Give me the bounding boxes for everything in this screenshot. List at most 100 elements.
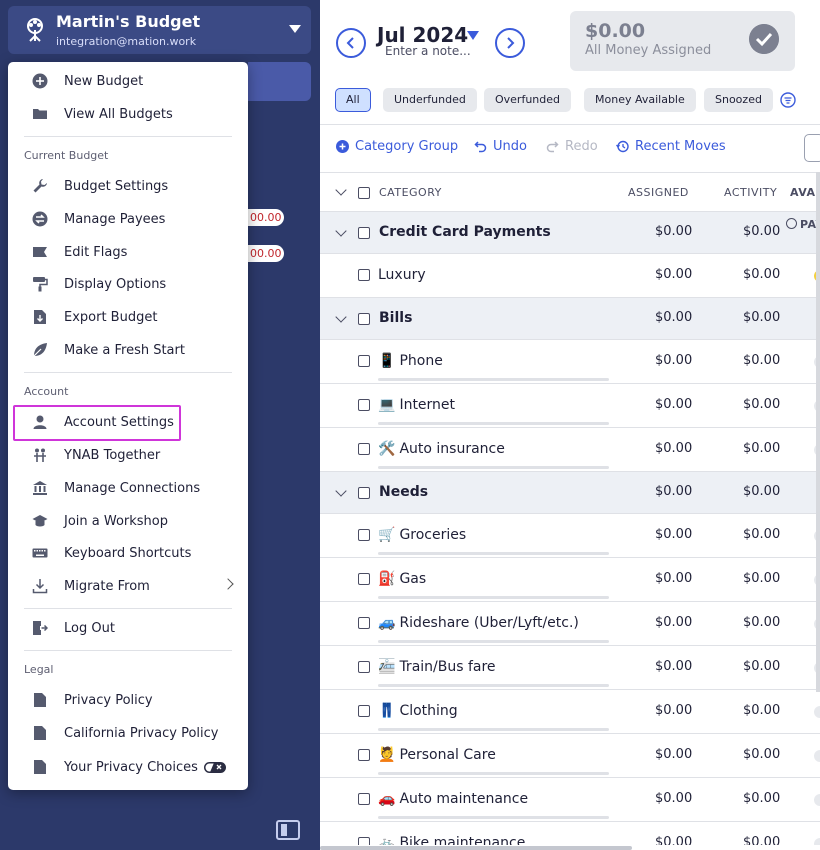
horizontal-scrollbar-thumb[interactable] [320, 846, 632, 850]
assigned-amount[interactable]: $0.00 [655, 791, 692, 806]
menu-item-log-out[interactable]: Log Out [16, 614, 240, 642]
category-name[interactable]: 💆 Personal Care [378, 747, 496, 763]
chevron-down-icon[interactable] [335, 225, 347, 237]
available-pill[interactable] [814, 794, 820, 806]
assigned-amount[interactable]: $0.00 [655, 571, 692, 586]
assigned-amount[interactable]: $0.00 [655, 615, 692, 630]
menu-item-keyboard-shortcuts[interactable]: Keyboard Shortcuts [16, 539, 240, 567]
assigned-amount[interactable]: $0.00 [655, 224, 692, 239]
vertical-scrollbar[interactable] [816, 172, 820, 692]
budget-switcher-button[interactable]: Martin's Budget integration@mation.work [8, 6, 311, 54]
menu-item-manage-connections[interactable]: Manage Connections [16, 474, 240, 502]
activity-amount[interactable]: $0.00 [743, 441, 780, 456]
view-toggle-button[interactable] [804, 134, 820, 162]
category-row[interactable]: 🚈 Train/Bus fare $0.00 $0.00 [320, 646, 820, 690]
assigned-amount[interactable]: $0.00 [655, 747, 692, 762]
category-name[interactable]: 👖 Clothing [378, 703, 458, 719]
next-month-button[interactable] [495, 28, 525, 58]
activity-amount[interactable]: $0.00 [743, 397, 780, 412]
select-all-checkbox[interactable] [358, 187, 370, 199]
activity-amount[interactable]: $0.00 [743, 703, 780, 718]
category-name[interactable]: 🚙 Rideshare (Uber/Lyft/etc.) [378, 615, 579, 631]
row-checkbox[interactable] [358, 313, 370, 325]
assigned-amount[interactable]: $0.00 [655, 441, 692, 456]
activity-amount[interactable]: $0.00 [743, 224, 780, 239]
filter-underfunded[interactable]: Underfunded [383, 88, 477, 112]
help-icon[interactable] [786, 218, 797, 229]
assigned-amount[interactable]: $0.00 [655, 484, 692, 499]
redo-button[interactable]: Redo [546, 139, 598, 154]
recent-moves-button[interactable]: Recent Moves [616, 139, 726, 154]
assigned-amount[interactable]: $0.00 [655, 397, 692, 412]
row-checkbox[interactable] [358, 529, 370, 541]
activity-amount[interactable]: $0.00 [743, 310, 780, 325]
row-checkbox[interactable] [358, 227, 370, 239]
category-row[interactable]: 🛒 Groceries $0.00 $0.00 [320, 514, 820, 558]
category-row[interactable]: 🚗 Auto maintenance $0.00 $0.00 [320, 778, 820, 822]
undo-button[interactable]: Undo [474, 139, 527, 154]
category-name[interactable]: 💻 Internet [378, 397, 455, 413]
month-note-input[interactable]: Enter a note... [385, 44, 471, 58]
category-name[interactable]: 🚗 Auto maintenance [378, 791, 528, 807]
category-row[interactable]: 👖 Clothing $0.00 $0.00 [320, 690, 820, 734]
assigned-amount[interactable]: $0.00 [655, 703, 692, 718]
row-checkbox[interactable] [358, 617, 370, 629]
menu-item-migrate-from[interactable]: Migrate From [16, 572, 240, 600]
ready-to-assign-card[interactable]: $0.00 All Money Assigned [570, 11, 795, 71]
collapse-sidebar-icon[interactable] [276, 820, 300, 840]
chevron-down-icon[interactable] [335, 184, 347, 196]
row-checkbox[interactable] [358, 705, 370, 717]
activity-amount[interactable]: $0.00 [743, 747, 780, 762]
category-row[interactable]: 🚙 Rideshare (Uber/Lyft/etc.) $0.00 $0.00 [320, 602, 820, 646]
row-checkbox[interactable] [358, 661, 370, 673]
menu-item-california-privacy[interactable]: California Privacy Policy [16, 719, 240, 747]
category-name[interactable]: 🚈 Train/Bus fare [378, 659, 496, 675]
category-name[interactable]: ⛽ Gas [378, 571, 426, 587]
menu-item-export-budget[interactable]: Export Budget [16, 303, 240, 331]
activity-amount[interactable]: $0.00 [743, 615, 780, 630]
column-header-activity[interactable]: ACTIVITY [724, 186, 777, 199]
add-category-group-button[interactable]: Category Group [336, 139, 458, 154]
category-group-row[interactable]: Bills $0.00 $0.00 [320, 298, 820, 340]
activity-amount[interactable]: $0.00 [743, 267, 780, 282]
menu-item-new-budget[interactable]: New Budget [16, 67, 240, 95]
activity-amount[interactable]: $0.00 [743, 791, 780, 806]
menu-item-budget-settings[interactable]: Budget Settings [16, 172, 240, 200]
activity-amount[interactable]: $0.00 [743, 527, 780, 542]
row-checkbox[interactable] [358, 749, 370, 761]
row-checkbox[interactable] [358, 355, 370, 367]
category-row[interactable]: 📱 Phone $0.00 $0.00 [320, 340, 820, 384]
filter-snoozed[interactable]: Snoozed [704, 88, 773, 112]
category-group-name[interactable]: Bills [379, 310, 412, 326]
row-checkbox[interactable] [358, 573, 370, 585]
category-row[interactable]: Luxury $0.00 $0.00 [320, 254, 820, 298]
menu-item-privacy-choices[interactable]: Your Privacy Choices [16, 753, 240, 781]
menu-item-edit-flags[interactable]: Edit Flags [16, 238, 240, 266]
menu-item-fresh-start[interactable]: Make a Fresh Start [16, 336, 240, 364]
row-checkbox[interactable] [358, 443, 370, 455]
assigned-amount[interactable]: $0.00 [655, 659, 692, 674]
filter-overfunded[interactable]: Overfunded [484, 88, 572, 112]
sidebar-nav-active-item[interactable] [248, 62, 311, 101]
menu-item-privacy-policy[interactable]: Privacy Policy [16, 686, 240, 714]
menu-item-ynab-together[interactable]: YNAB Together [16, 441, 240, 469]
column-header-category[interactable]: CATEGORY [379, 186, 442, 199]
category-group-row[interactable]: Credit Card Payments$0.00$0.00PAY [320, 212, 820, 254]
assigned-amount[interactable]: $0.00 [655, 310, 692, 325]
chevron-down-icon[interactable] [335, 311, 347, 323]
assigned-amount[interactable]: $0.00 [655, 353, 692, 368]
assigned-amount[interactable]: $0.00 [655, 527, 692, 542]
row-checkbox[interactable] [358, 399, 370, 411]
column-header-assigned[interactable]: ASSIGNED [628, 186, 689, 199]
activity-amount[interactable]: $0.00 [743, 571, 780, 586]
row-checkbox[interactable] [358, 487, 370, 499]
filter-money-available[interactable]: Money Available [584, 88, 696, 112]
menu-item-display-options[interactable]: Display Options [16, 270, 240, 298]
row-checkbox[interactable] [358, 793, 370, 805]
activity-amount[interactable]: $0.00 [743, 659, 780, 674]
activity-amount[interactable]: $0.00 [743, 484, 780, 499]
caret-down-icon[interactable] [467, 31, 479, 40]
menu-item-view-all-budgets[interactable]: View All Budgets [16, 100, 240, 128]
filter-all[interactable]: All [335, 88, 371, 112]
filter-settings-icon[interactable] [780, 92, 796, 108]
